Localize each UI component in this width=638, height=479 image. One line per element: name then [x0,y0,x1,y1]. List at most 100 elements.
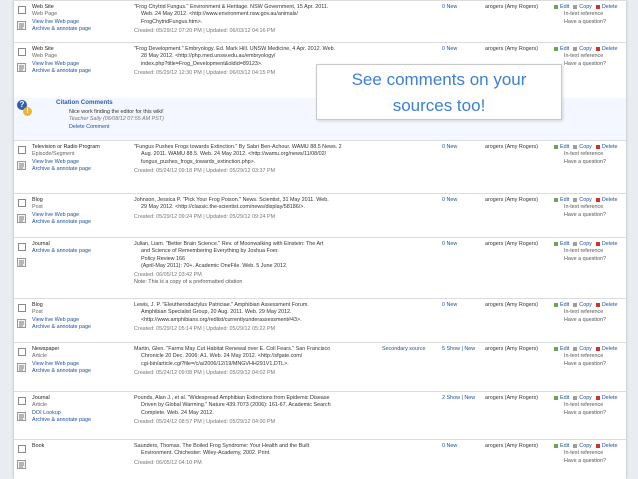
select-checkbox[interactable] [18,445,26,453]
copy-link[interactable]: Copy [573,346,594,352]
copy-link[interactable]: Copy [573,241,594,247]
source-menu-icon[interactable] [17,17,26,30]
citation-line: fungus_pushes_frogs_towards_extinction.p… [141,158,256,165]
select-checkbox[interactable] [18,304,26,312]
select-checkbox[interactable] [18,397,26,405]
source-link[interactable]: View live Web page [32,159,100,166]
delete-link[interactable]: Delete [595,46,620,52]
notecards-link[interactable]: 0 New [442,302,482,309]
question-link[interactable]: Have a question? [554,317,626,324]
source-menu-icon[interactable] [17,254,26,267]
citation-line: Johnson, Jessica P. "Pick Your Frog Pois… [134,197,329,203]
edit-link[interactable]: Edit [554,46,571,52]
copy-link[interactable]: Copy [573,197,594,203]
notecards-link[interactable]: 0 New [442,197,482,204]
citation-text: Johnson, Jessica P. "Pick Your Frog Pois… [134,197,378,221]
notecards-link[interactable]: 2 Show | New [442,395,482,402]
select-checkbox[interactable] [18,6,26,14]
question-link[interactable]: Have a question? [554,256,626,263]
intext-reference-link[interactable]: In-text reference [554,402,626,409]
source-menu-icon[interactable] [17,59,26,72]
question-link[interactable]: Have a question? [554,159,626,166]
delete-link[interactable]: Delete [595,346,620,352]
question-link[interactable]: Have a question? [554,410,626,417]
intext-reference-link[interactable]: In-text reference [554,309,626,316]
source-menu-icon[interactable] [17,456,26,469]
notecards-link[interactable]: 0 New [442,4,482,11]
notecards-link[interactable]: 0 New [442,46,482,53]
edit-link[interactable]: Edit [554,302,571,308]
edit-link[interactable]: Edit [554,241,571,247]
select-checkbox[interactable] [18,199,26,207]
comment-author: Teacher Sally (06/08/12 07:55 AM PST) [69,116,164,123]
intext-reference-link[interactable]: In-text reference [554,204,626,211]
source-menu-icon[interactable] [17,408,26,421]
question-link[interactable]: Have a question? [554,61,626,68]
source-type: Newspaper [32,346,60,352]
source-link[interactable]: View live Web page [32,212,91,219]
source-category-link[interactable]: Secondary source [382,346,438,353]
source-link[interactable]: View live Web page [32,317,91,324]
intext-reference-link[interactable]: In-text reference [554,248,626,255]
copy-link[interactable]: Copy [573,302,594,308]
question-link[interactable]: Have a question? [554,458,626,465]
copy-link[interactable]: Copy [573,144,594,150]
intext-reference-link[interactable]: In-text reference [554,353,626,360]
owner-name: arogers (Amy Rogers) [485,144,539,150]
source-menu-icon[interactable] [17,210,26,223]
delete-link[interactable]: Delete [595,4,620,10]
intext-reference-link[interactable]: In-text reference [554,450,626,457]
edit-link[interactable]: Edit [554,395,571,401]
notecards-link[interactable]: 0 New [442,241,482,248]
copy-link[interactable]: Copy [573,395,594,401]
delete-comment-link[interactable]: Delete Comment [69,124,164,131]
copy-link[interactable]: Copy [573,443,594,449]
select-checkbox[interactable] [18,243,26,251]
source-link[interactable]: Archive & annotate page [32,166,100,173]
edit-link[interactable]: Edit [554,443,571,449]
intext-reference-link[interactable]: In-text reference [554,11,626,18]
delete-link[interactable]: Delete [595,395,620,401]
source-link[interactable]: Archive & annotate page [32,219,91,226]
delete-link[interactable]: Delete [595,197,620,203]
edit-link[interactable]: Edit [554,346,571,352]
delete-link[interactable]: Delete [595,443,620,449]
source-link[interactable]: View live Web page [32,61,91,68]
notecards-link[interactable]: 0 New [442,144,482,151]
delete-icon [595,302,600,307]
source-link[interactable]: View live Web page [32,19,91,26]
notecards-link[interactable]: 5 Show | New [442,346,482,353]
source-menu-icon[interactable] [17,315,26,328]
edit-link[interactable]: Edit [554,197,571,203]
edit-link[interactable]: Edit [554,144,571,150]
delete-link[interactable]: Delete [595,241,620,247]
intext-reference-link[interactable]: In-text reference [554,53,626,60]
question-link[interactable]: Have a question? [554,212,626,219]
edit-link[interactable]: Edit [554,4,571,10]
source-link[interactable]: Archive & annotate page [32,26,91,33]
source-link[interactable]: Archive & annotate page [32,417,91,424]
question-link[interactable]: Have a question? [554,19,626,26]
delete-link[interactable]: Delete [595,144,620,150]
edit-link-label: Edit [560,197,570,203]
copy-link[interactable]: Copy [573,46,594,52]
source-link[interactable]: Archive & annotate page [32,68,91,75]
intext-reference-link[interactable]: In-text reference [554,151,626,158]
question-link[interactable]: Have a question? [554,361,626,368]
source-menu-icon[interactable] [17,359,26,372]
comments-title: Citation Comments [56,99,113,106]
source-link[interactable]: Archive & annotate page [32,248,91,255]
select-checkbox[interactable] [18,146,26,154]
source-link[interactable]: DOI Lookup [32,410,91,417]
delete-link-label: Delete [601,241,618,247]
source-menu-icon[interactable] [17,157,26,170]
source-link[interactable]: Archive & annotate page [32,368,91,375]
delete-link[interactable]: Delete [595,302,620,308]
source-link[interactable]: Archive & annotate page [32,324,91,331]
source-type: Book [32,443,45,449]
select-checkbox[interactable] [18,348,26,356]
copy-link[interactable]: Copy [573,4,594,10]
source-link[interactable]: View live Web page [32,361,91,368]
select-checkbox[interactable] [18,48,26,56]
notecards-link[interactable]: 0 New [442,443,482,450]
